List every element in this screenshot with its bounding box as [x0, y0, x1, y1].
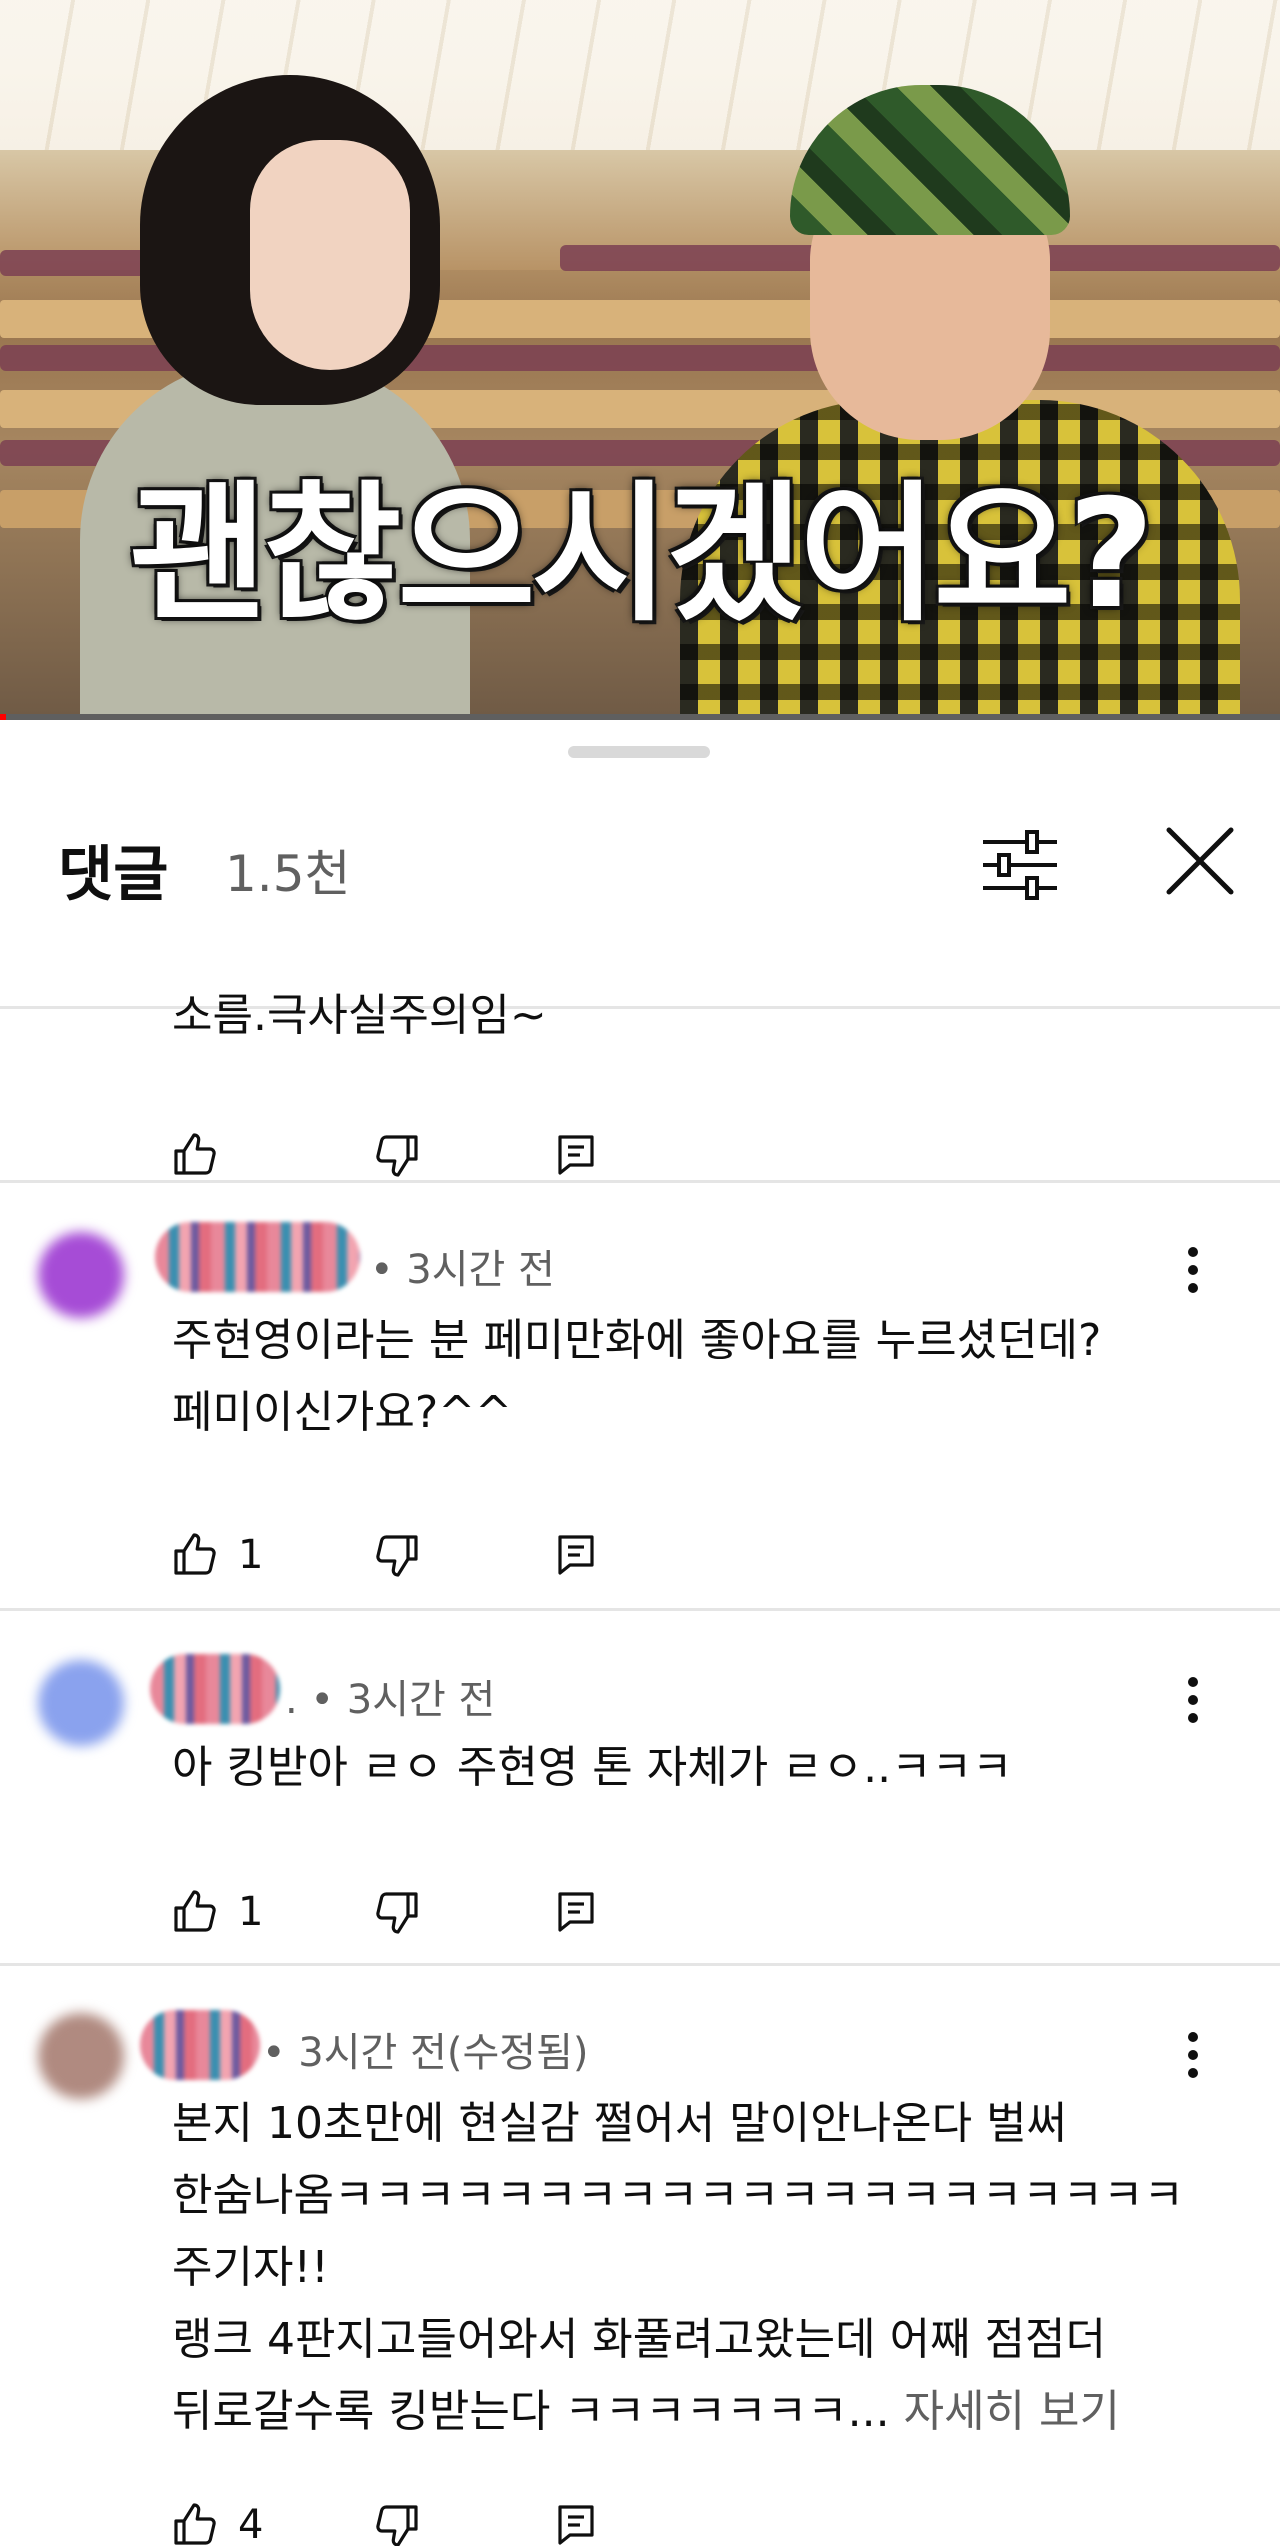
- reply-button[interactable]: [552, 2490, 600, 2546]
- comment-actions: 4: [172, 2490, 652, 2546]
- comments-title: 댓글: [58, 840, 169, 910]
- thumb-down-icon: [372, 1131, 420, 1179]
- thumb-down-icon: [372, 1531, 420, 1579]
- comment-divider: [0, 1608, 1280, 1611]
- reply-button[interactable]: [552, 1877, 600, 1947]
- close-icon[interactable]: [1155, 816, 1245, 906]
- woman-face: [250, 140, 410, 370]
- comment-text-line: 소름.극사실주의임~: [172, 990, 547, 1041]
- comment-item: 소름.극사실주의임~: [0, 940, 1280, 1100]
- reply-icon: [552, 1131, 600, 1179]
- comment-text-line: 한숨나옴ㅋㅋㅋㅋㅋㅋㅋㅋㅋㅋㅋㅋㅋㅋㅋㅋㅋㅋㅋㅋㅋ: [172, 2170, 1184, 2221]
- avatar[interactable]: [38, 1232, 124, 1318]
- more-vert-icon[interactable]: [1168, 1240, 1218, 1300]
- sliders-icon[interactable]: [975, 820, 1065, 910]
- comments-count: 1.5천: [225, 845, 351, 903]
- comment-text-last-line: 뒤로갈수록 킹받는다 ㅋㅋㅋㅋㅋㅋㅋ...: [172, 2386, 890, 2437]
- comment-actions: 1: [172, 1520, 652, 1590]
- author-name-redacted[interactable]: [155, 1222, 360, 1292]
- reply-icon: [552, 2501, 600, 2546]
- read-more-link[interactable]: 자세히 보기: [904, 2386, 1120, 2437]
- dislike-button[interactable]: [372, 1877, 420, 1947]
- thumb-down-icon: [372, 2501, 420, 2546]
- author-name-redacted[interactable]: [140, 2010, 260, 2080]
- comment-meta: • 3시간 전(수정됨): [262, 2030, 589, 2076]
- thumb-up-icon: [172, 1131, 220, 1179]
- comment-meta: . • 3시간 전: [285, 1677, 496, 1723]
- dislike-button[interactable]: [372, 2490, 420, 2546]
- comment-text-line: 랭크 4판지고들어와서 화풀려고왔는데 어째 점점더: [172, 2314, 1107, 2365]
- like-button[interactable]: 1: [172, 1877, 263, 1947]
- comment-text-line: 아 킹받아 ㄹㅇ 주현영 톤 자체가 ㄹㅇ..ㅋㅋㅋ: [172, 1742, 1013, 1793]
- reply-icon: [552, 1531, 600, 1579]
- comment-text-line: 주현영이라는 분 페미만화에 좋아요를 누르셨던데?: [172, 1315, 1102, 1366]
- more-vert-icon[interactable]: [1168, 1670, 1218, 1730]
- comments-sheet: 댓글 1.5천 소름.극사실주의임~ • 3시간 전 주현영이라는 분 페미만화…: [0, 720, 1280, 2546]
- video-progress-fill: [0, 714, 7, 720]
- like-button[interactable]: 1: [172, 1520, 263, 1590]
- avatar[interactable]: [38, 1660, 124, 1746]
- comments-header: 댓글 1.5천: [0, 790, 1280, 1009]
- author-name-redacted[interactable]: [150, 1654, 280, 1724]
- dislike-button[interactable]: [372, 1520, 420, 1590]
- like-count: 1: [238, 1889, 264, 1935]
- comment-meta: • 3시간 전: [370, 1247, 555, 1293]
- more-vert-icon[interactable]: [1168, 2025, 1218, 2085]
- video-overlay-title: 괜찮으시겠어요?: [129, 468, 1154, 642]
- video-player[interactable]: 괜찮으시겠어요?: [0, 0, 1280, 720]
- comment-text-line: 주기자!!: [172, 2242, 329, 2293]
- like-count: 4: [238, 2502, 264, 2546]
- thumb-up-icon: [172, 1531, 220, 1579]
- reply-icon: [552, 1888, 600, 1936]
- reply-button[interactable]: [552, 1520, 600, 1590]
- thumb-up-icon: [172, 2501, 220, 2546]
- thumb-up-icon: [172, 1888, 220, 1936]
- comment-actions: 1: [172, 1877, 652, 1947]
- comment-text-line: 뒤로갈수록 킹받는다 ㅋㅋㅋㅋㅋㅋㅋ... 자세히 보기: [172, 2376, 1120, 2448]
- thumb-down-icon: [372, 1888, 420, 1936]
- comment-divider: [0, 1963, 1280, 1966]
- comment-divider: [0, 1180, 1280, 1183]
- comment-text-line: 본지 10초만에 현실감 쩔어서 말이안나온다 벌써: [172, 2098, 1068, 2149]
- like-button[interactable]: 4: [172, 2490, 263, 2546]
- comment-text-line: 페미이신가요?^^: [172, 1387, 512, 1438]
- drag-handle[interactable]: [568, 746, 710, 758]
- like-count: 1: [238, 1532, 264, 1578]
- avatar[interactable]: [38, 2013, 124, 2099]
